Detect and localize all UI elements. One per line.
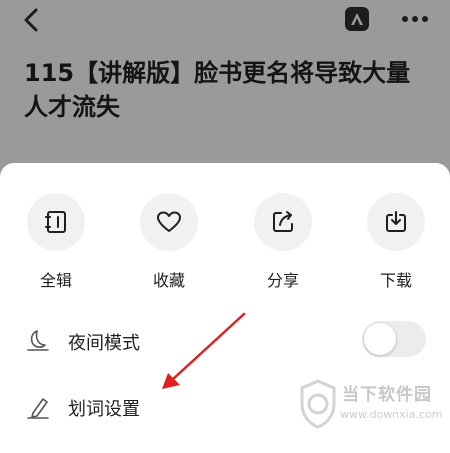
action-favorite[interactable]: 收藏 bbox=[129, 193, 209, 291]
pen-icon bbox=[27, 398, 49, 419]
action-row: 全辑 收藏 分享 下载 bbox=[0, 193, 450, 293]
chevron-left-icon[interactable] bbox=[18, 6, 46, 34]
letter-a-icon bbox=[351, 13, 363, 25]
action-download[interactable]: 下载 bbox=[356, 193, 436, 291]
download-icon bbox=[367, 193, 425, 251]
action-download-label: 下载 bbox=[379, 271, 412, 290]
action-album-label: 全辑 bbox=[39, 271, 72, 290]
watermark-brand: 当下软件园 bbox=[342, 385, 432, 405]
article-title: 115【讲解版】脸书更名将导致大量人才流失 bbox=[24, 59, 411, 121]
toggle-knob bbox=[364, 323, 396, 355]
watermark: 当下软件园 www.downxia.com bbox=[298, 378, 448, 436]
share-icon bbox=[254, 193, 312, 251]
top-bar bbox=[0, 0, 450, 40]
watermark-url: www.downxia.com bbox=[340, 408, 443, 421]
action-album[interactable]: 全辑 bbox=[16, 193, 96, 291]
more-dots-icon[interactable] bbox=[400, 6, 430, 32]
action-favorite-label: 收藏 bbox=[152, 271, 185, 290]
night-mode-label: 夜间模式 bbox=[68, 333, 140, 354]
moon-icon bbox=[27, 330, 49, 351]
album-icon bbox=[27, 193, 85, 251]
action-share-label: 分享 bbox=[266, 271, 299, 290]
heart-icon bbox=[140, 193, 198, 251]
shield-logo-icon bbox=[300, 379, 336, 429]
night-mode-toggle[interactable] bbox=[362, 321, 426, 357]
app-badge-icon[interactable] bbox=[345, 7, 369, 31]
word-select-label: 划词设置 bbox=[68, 399, 140, 420]
action-share[interactable]: 分享 bbox=[243, 193, 323, 291]
